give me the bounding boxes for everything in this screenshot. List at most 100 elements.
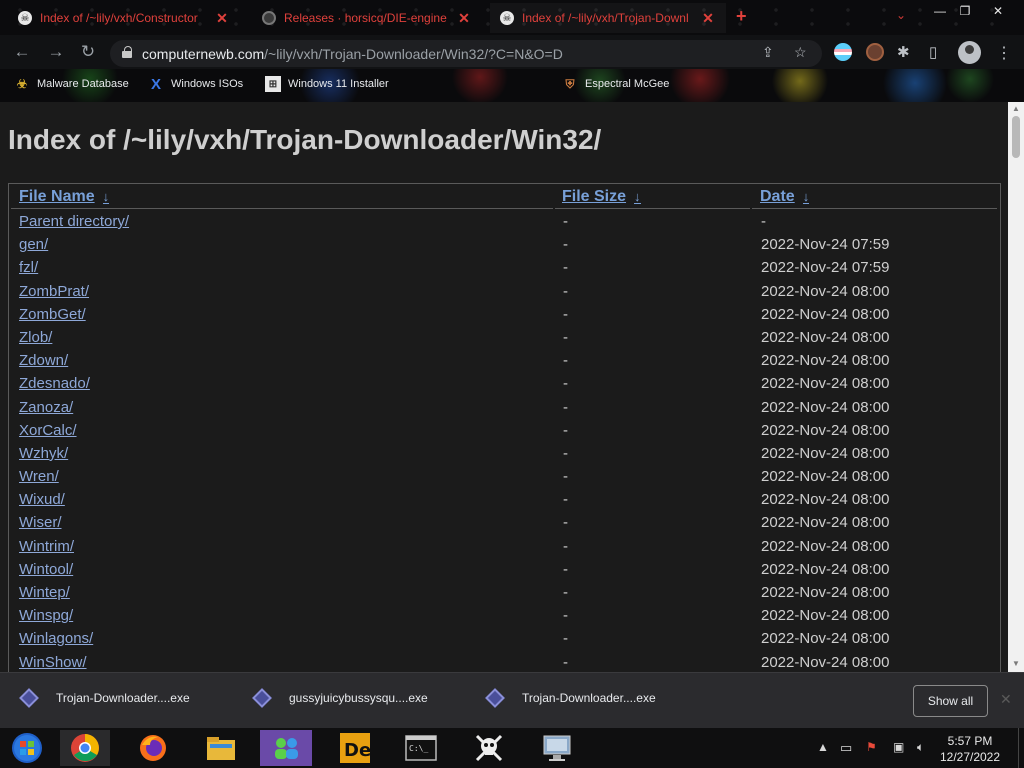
column-header-date[interactable]: Date ↓ [760,188,810,206]
date-cell: 2022-Nov-24 08:00 [761,491,890,509]
directory-link[interactable]: Wzhyk/ [19,445,68,462]
bookmark-espectral-mcgee[interactable]: ⛨ Espectral McGee [562,76,669,92]
de-app-icon[interactable]: De [330,730,380,766]
tab-strip: ☠ Index of /~lily/vxh/Constructor ✕ Rele… [0,0,1024,35]
close-download-shelf-icon[interactable]: ✕ [1000,691,1012,708]
directory-link[interactable]: Wintep/ [19,584,70,601]
shield-icon: ⛨ [565,76,575,91]
github-favicon-icon [262,11,276,25]
vertical-scrollbar[interactable]: ▲ ▼ [1008,102,1024,672]
show-all-downloads-button[interactable]: Show all [913,685,988,717]
directory-link[interactable]: Wiser/ [19,514,62,531]
directory-link[interactable]: WinShow/ [19,654,87,671]
column-header-file-size[interactable]: File Size ↓ [562,188,641,206]
table-row: Wintool/ - 2022-Nov-24 08:00 [9,559,1000,582]
download-item[interactable]: Trojan-Downloader....exe [485,688,656,708]
file-size-cell: - [563,375,568,393]
restore-icon[interactable]: ❐ [948,0,982,22]
directory-link[interactable]: ZombPrat/ [19,283,89,300]
tab-trojan-downloader-index[interactable]: ☠ Index of /~lily/vxh/Trojan-Downl ✕ [490,3,726,33]
date-cell: 2022-Nov-24 08:00 [761,560,890,578]
clock-time: 5:57 PM [947,734,993,748]
more-menu-icon[interactable]: ⋮ [996,43,1012,63]
bookmark-windows-isos[interactable]: X Windows ISOs [148,75,243,93]
scroll-down-arrow-icon[interactable]: ▼ [1012,659,1020,668]
url-text[interactable]: computernewb.com/~lily/vxh/Trojan-Downlo… [142,46,563,62]
forward-arrow-icon[interactable]: → [44,41,68,63]
parent-directory-link[interactable]: Parent directory/ [19,213,129,230]
directory-link[interactable]: gen/ [19,236,48,253]
people-app-icon[interactable] [260,730,312,766]
side-panel-icon[interactable]: ▯ [929,43,937,61]
tablet-icon[interactable]: ▭ [840,740,852,756]
firefox-icon[interactable] [128,730,178,766]
directory-link[interactable]: Winlagons/ [19,630,93,647]
extension-flag-icon[interactable] [834,43,852,61]
tab-title: Index of /~lily/vxh/Trojan-Downl [522,11,689,25]
bookmark-star-icon[interactable]: ☆ [794,44,807,61]
table-row: Winspg/ - 2022-Nov-24 08:00 [9,605,1000,628]
directory-link[interactable]: Zdesnado/ [19,375,90,392]
scrollbar-thumb[interactable] [1012,116,1020,158]
back-arrow-icon[interactable]: ← [10,41,34,63]
executable-file-icon [19,688,39,708]
tab-constructor-index[interactable]: ☠ Index of /~lily/vxh/Constructor ✕ [8,3,240,33]
directory-link[interactable]: Zlob/ [19,329,52,346]
monitor-app-icon[interactable] [532,730,582,766]
file-size-cell: - [563,213,568,230]
directory-link[interactable]: Winspg/ [19,607,73,624]
file-explorer-icon[interactable] [196,730,246,766]
directory-link[interactable]: ZombGet/ [19,306,86,323]
directory-link[interactable]: Wintool/ [19,561,73,578]
column-header-file-name[interactable]: File Name ↓ [19,188,110,206]
chrome-icon[interactable] [60,730,110,766]
system-clock[interactable]: 5:57 PM 12/27/2022 [936,733,1004,765]
windows-start-icon[interactable] [2,730,52,766]
scroll-up-arrow-icon[interactable]: ▲ [1012,104,1020,113]
network-icon[interactable]: ▣ [893,740,904,754]
file-size-cell: - [563,328,568,346]
tab-close-icon[interactable]: ✕ [214,10,230,27]
bookmark-label: Windows 11 Installer [288,78,389,90]
show-hidden-icons-chevron-icon[interactable]: ▲ [817,740,829,754]
command-prompt-icon[interactable]: C:\_ [396,730,446,766]
extensions-puzzle-icon[interactable]: ✱ [897,43,910,61]
windows-taskbar: De C:\_ ▲ ▭ ⚑ ▣ 🔈︎ 5:57 PM 12/27/2022 [0,728,1024,768]
directory-link[interactable]: XorCalc/ [19,422,77,439]
tab-close-icon[interactable]: ✕ [456,10,472,27]
pirate-skull-icon[interactable] [464,730,514,766]
reload-icon[interactable]: ↻ [76,41,100,63]
directory-link[interactable]: Wren/ [19,468,59,485]
new-tab-plus-icon[interactable]: + [736,6,747,27]
tab-search-chevron-icon[interactable]: ⌄ [896,8,906,22]
date-cell: 2022-Nov-24 07:59 [761,236,890,254]
table-row: Zlob/ - 2022-Nov-24 08:00 [9,327,1000,350]
bookmark-malware-database[interactable]: ☣ Malware Database [14,76,129,92]
show-desktop-button[interactable] [1018,728,1024,768]
directory-link[interactable]: Wixud/ [19,491,65,508]
download-filename: Trojan-Downloader....exe [56,691,190,705]
column-header-label: Date [760,188,795,205]
extension-profile-icon[interactable] [866,43,884,61]
file-size-cell: - [563,305,568,323]
directory-link[interactable]: fzl/ [19,259,38,276]
table-row: Parent directory/ - - [9,211,1000,234]
tab-die-engine-releases[interactable]: Releases · horsicq/DIE-engine ✕ [252,3,482,33]
x-logo-icon: X [150,75,161,93]
tab-close-icon[interactable]: ✕ [700,10,716,27]
date-cell: 2022-Nov-24 08:00 [761,352,890,370]
directory-link[interactable]: Zanoza/ [19,399,73,416]
profile-avatar-icon[interactable] [958,41,981,64]
action-center-flag-icon[interactable]: ⚑ [866,740,877,754]
download-item[interactable]: gussyjuicybussysqu....exe [252,688,428,708]
share-icon[interactable]: ⇪ [762,44,774,61]
lock-icon[interactable] [122,46,132,58]
address-bar[interactable]: computernewb.com/~lily/vxh/Trojan-Downlo… [110,40,822,67]
bookmark-windows-11-installer[interactable]: ⊞ Windows 11 Installer [265,76,389,92]
directory-link[interactable]: Zdown/ [19,352,68,369]
directory-link[interactable]: Wintrim/ [19,538,74,555]
volume-icon[interactable]: 🔈︎ [917,740,924,755]
download-item[interactable]: Trojan-Downloader....exe [19,688,190,708]
window-close-icon[interactable]: ✕ [981,0,1015,22]
file-size-cell: - [563,630,568,648]
